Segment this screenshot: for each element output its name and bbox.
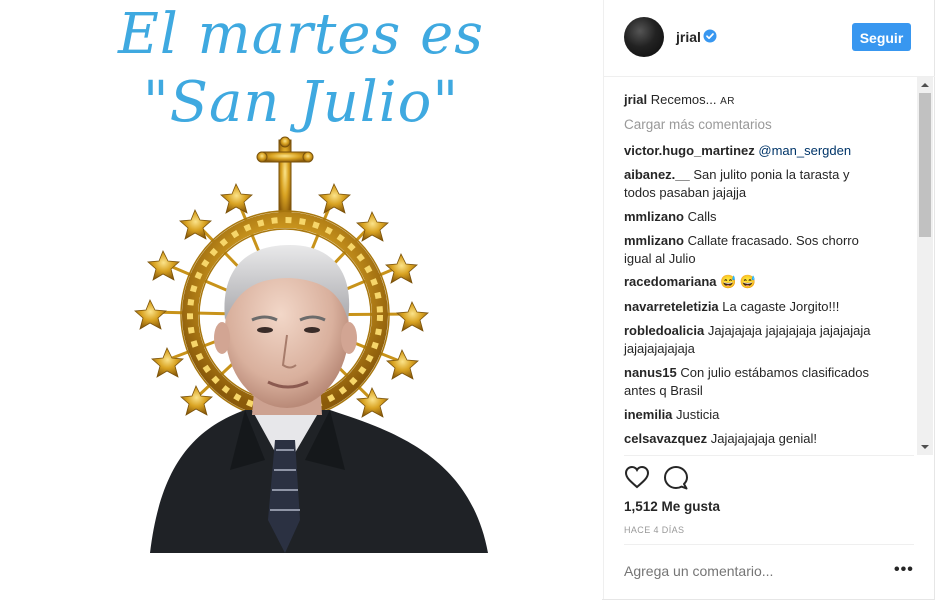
scroll-down-icon[interactable] <box>917 439 933 455</box>
comment-item: aibanez.__ San julito ponia la tarasta y… <box>624 166 874 202</box>
owner-caption-comment: jrial Recemos... AR <box>624 91 904 111</box>
comment-username[interactable]: nanus15 <box>624 365 677 380</box>
comment-text: La cagaste Jorgito!!! <box>722 299 840 314</box>
comment-item: inemilia Justicia <box>624 406 904 424</box>
like-count[interactable]: 1,512 Me gusta <box>624 499 720 514</box>
image-illustration <box>134 136 488 553</box>
comment-text: 😅 😅 <box>720 274 757 289</box>
scroll-up-icon[interactable] <box>917 77 933 93</box>
comment-item: victor.hugo_martinez @man_sergden <box>624 142 904 160</box>
comment-username[interactable]: mmlizano <box>624 233 684 248</box>
comment-item: celsavazquez Jajajajajaja genial! <box>624 430 904 448</box>
header-username[interactable]: jrial <box>676 29 701 45</box>
post-image[interactable]: El martes es "San Julio" <box>0 0 602 600</box>
comment-username[interactable]: navarreteletizia <box>624 299 719 314</box>
comment-username[interactable]: jrial <box>624 92 647 107</box>
comment-divider <box>624 544 914 545</box>
flag-text: AR <box>720 96 736 107</box>
cross-shape <box>256 136 314 221</box>
comment-text: Jajajajajaja genial! <box>710 431 817 446</box>
comment-username[interactable]: inemilia <box>624 407 672 422</box>
comment-item: nanus15 Con julio estábamos clasificados… <box>624 364 894 400</box>
post-header: jrial Seguir <box>604 0 935 77</box>
comment-icon[interactable] <box>663 465 689 491</box>
comment-item: navarreteletizia La cagaste Jorgito!!! <box>624 298 904 316</box>
comment-username[interactable]: racedomariana <box>624 274 717 289</box>
avatar[interactable] <box>624 17 664 57</box>
comment-item: mmlizano Callate fracasado. Sos chorro i… <box>624 232 879 268</box>
comment-item: robledoalicia Jajajajaja jajajajaja jaja… <box>624 322 884 358</box>
scrollbar-thumb[interactable] <box>919 93 931 237</box>
follow-button[interactable]: Seguir <box>852 23 911 51</box>
load-more-comments-link[interactable]: Cargar más comentarios <box>624 117 772 132</box>
post-side-panel: jrial Seguir jrial Recemos... AR Cargar … <box>603 0 935 599</box>
actions-divider <box>624 455 914 456</box>
comment-mention-link[interactable]: @man_sergden <box>758 143 851 158</box>
more-options-icon[interactable]: ••• <box>894 561 914 579</box>
post-timestamp[interactable]: HACE 4 DÍAS <box>624 525 684 535</box>
comment-username[interactable]: aibanez.__ <box>624 167 690 182</box>
verified-badge-icon <box>703 29 717 43</box>
comment-text: Recemos... <box>650 92 717 107</box>
comment-item: racedomariana 😅 😅 <box>624 273 904 291</box>
add-comment-input[interactable] <box>624 563 864 579</box>
comments-scrollbar[interactable] <box>917 77 933 455</box>
comment-username[interactable]: mmlizano <box>624 209 684 224</box>
heart-icon[interactable] <box>624 465 650 489</box>
comment-username[interactable]: celsavazquez <box>624 431 707 446</box>
comment-username[interactable]: robledoalicia <box>624 323 704 338</box>
comment-item: mmlizano Calls <box>624 208 904 226</box>
comment-username[interactable]: victor.hugo_martinez <box>624 143 755 158</box>
comment-text: Calls <box>687 209 717 224</box>
comment-text: Justicia <box>676 407 720 422</box>
